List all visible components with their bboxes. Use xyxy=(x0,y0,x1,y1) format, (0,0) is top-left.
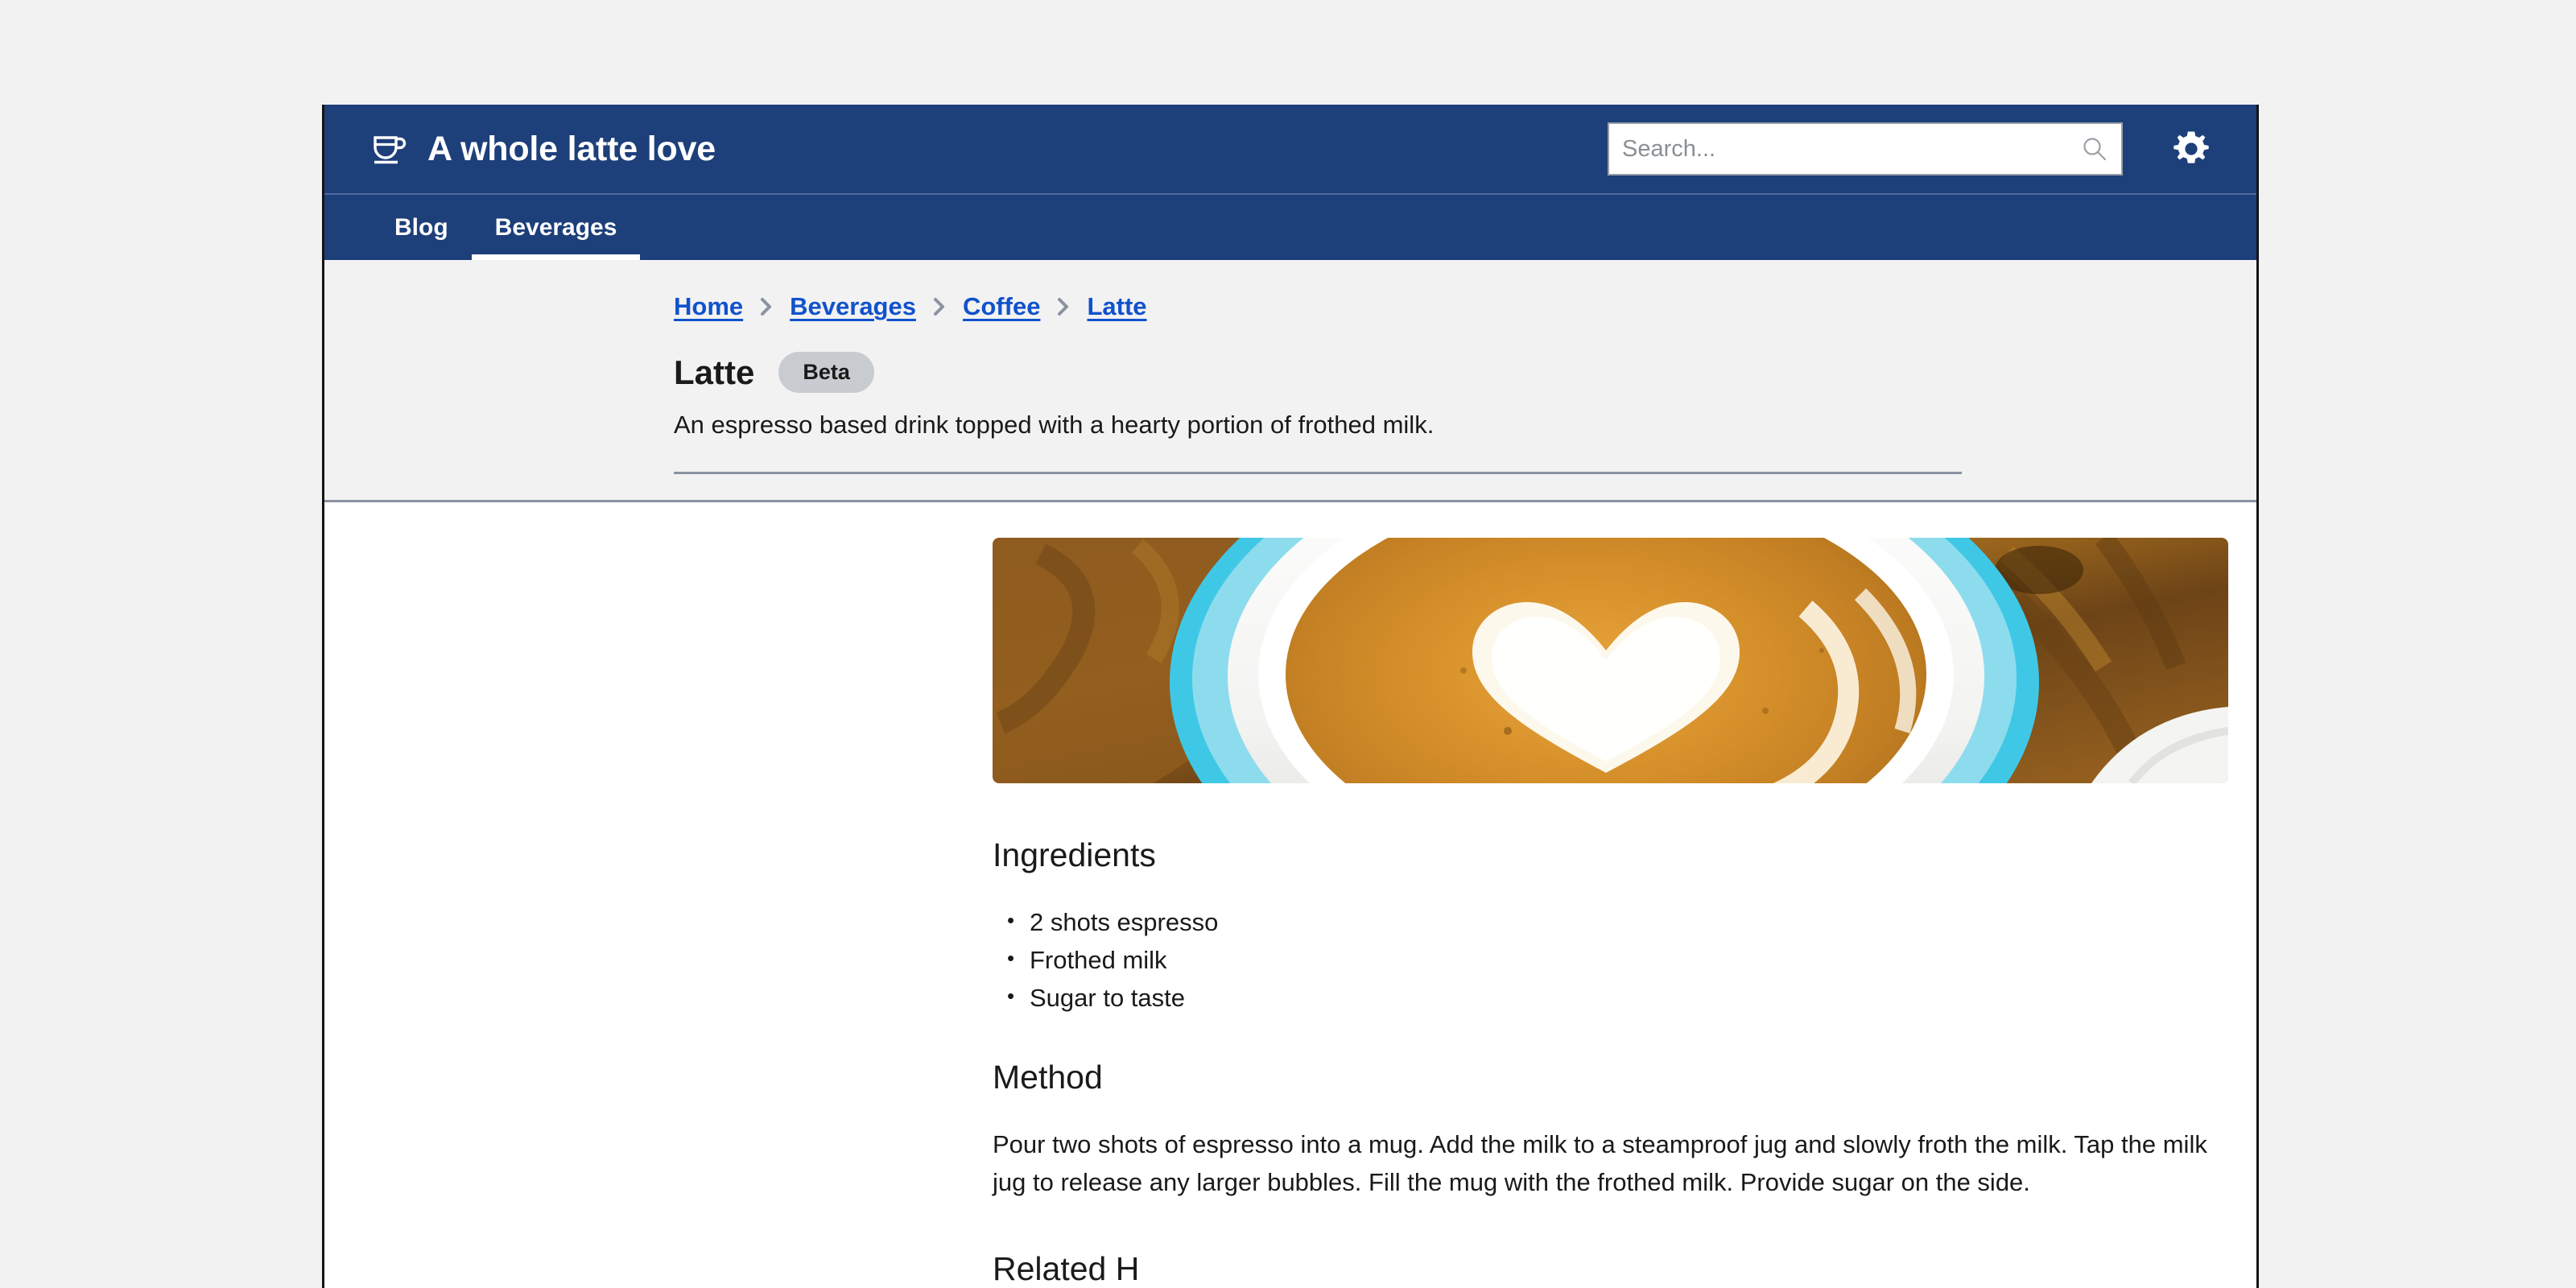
chevron-right-icon xyxy=(933,298,944,316)
list-item: 2 shots espresso xyxy=(993,903,2208,941)
list-item: Frothed milk xyxy=(993,941,2208,979)
status-badge: Beta xyxy=(778,352,874,393)
hero-section: Home Beverages Coffee Latte Latte Beta A… xyxy=(324,260,2256,502)
breadcrumb-item-latte[interactable]: Latte xyxy=(1087,292,1146,321)
method-heading: Method xyxy=(993,1059,1103,1096)
search-input[interactable] xyxy=(1608,122,2123,175)
main-navigation: Blog Beverages xyxy=(324,193,2256,260)
ingredients-list: 2 shots espresso Frothed milk Sugar to t… xyxy=(993,903,2208,1017)
breadcrumb: Home Beverages Coffee Latte xyxy=(674,292,2208,321)
chevron-right-icon xyxy=(1058,298,1069,316)
breadcrumb-item-coffee[interactable]: Coffee xyxy=(963,292,1040,321)
site-header: A whole latte love xyxy=(324,105,2256,193)
brand-title: A whole latte love xyxy=(427,129,716,168)
page-container: A whole latte love Blog Beverages xyxy=(322,105,2259,1288)
brand[interactable]: A whole latte love xyxy=(371,130,716,169)
main-content: Ingredients 2 shots espresso Frothed mil… xyxy=(324,502,2256,1288)
breadcrumb-item-beverages[interactable]: Beverages xyxy=(790,292,916,321)
tab-blog-label: Blog xyxy=(394,213,448,241)
tab-beverages-label: Beverages xyxy=(494,213,617,241)
coffee-cup-icon xyxy=(374,136,407,164)
related-heading: Related H xyxy=(993,1249,1140,1287)
method-body: Pour two shots of espresso into a mug. A… xyxy=(993,1130,2207,1197)
list-item: Sugar to taste xyxy=(993,979,2208,1017)
header-actions xyxy=(1608,122,2256,175)
tab-beverages[interactable]: Beverages xyxy=(471,195,641,260)
gear-icon[interactable] xyxy=(2171,129,2211,169)
ingredients-heading: Ingredients xyxy=(993,836,1156,873)
hero-divider xyxy=(674,472,1962,474)
page-description: An espresso based drink topped with a he… xyxy=(674,411,1435,439)
page-title: Latte xyxy=(674,353,755,391)
breadcrumb-item-home[interactable]: Home xyxy=(674,292,743,321)
title-row: Latte Beta xyxy=(674,352,2208,393)
chevron-right-icon xyxy=(761,298,772,316)
tab-blog[interactable]: Blog xyxy=(371,195,472,260)
search-container xyxy=(1608,122,2123,175)
latte-art-photo xyxy=(993,538,2228,783)
